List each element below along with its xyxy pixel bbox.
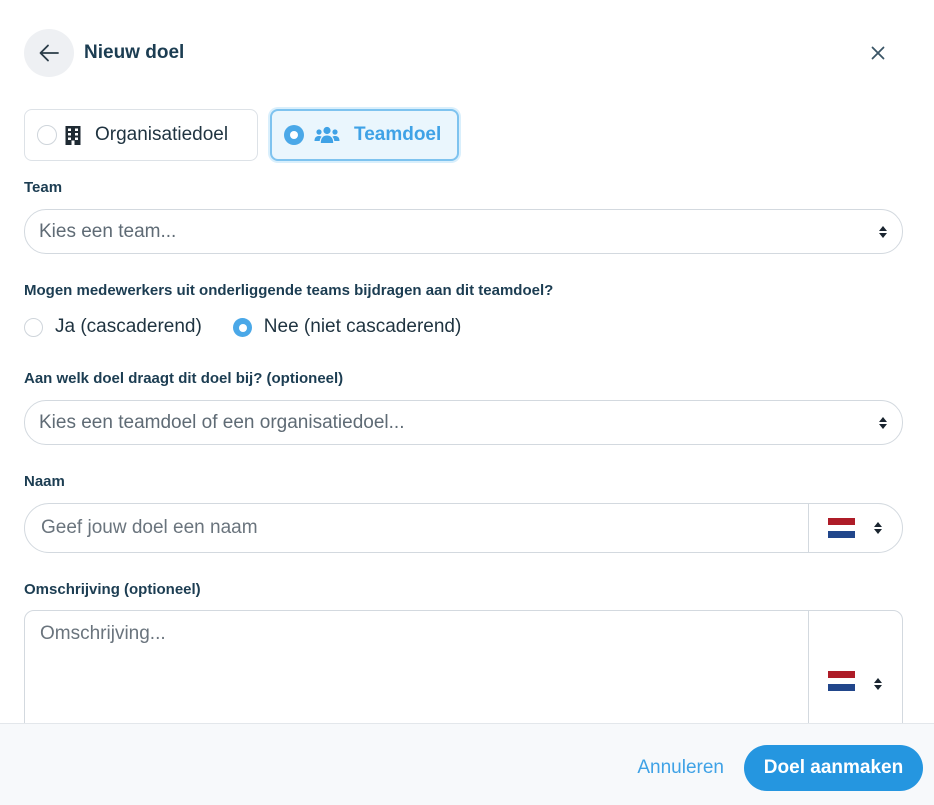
cascading-yes-option[interactable]: Ja (cascaderend)	[24, 316, 202, 338]
cascading-no-option[interactable]: Nee (niet cascaderend)	[232, 316, 462, 338]
users-icon	[314, 126, 340, 144]
cascading-yes-label: Ja (cascaderend)	[55, 316, 202, 337]
goal-type-organisation[interactable]: Organisatiedoel	[24, 109, 258, 161]
name-language-select[interactable]	[808, 504, 902, 552]
parent-goal-select[interactable]: Kies een teamdoel of een organisatiedoel…	[24, 400, 903, 445]
building-icon	[65, 125, 81, 145]
parent-goal-placeholder: Kies een teamdoel of een organisatiedoel…	[39, 411, 405, 433]
sort-icon	[878, 225, 888, 239]
sort-icon	[873, 521, 883, 535]
modal-header: Nieuw doel	[24, 29, 910, 77]
organisation-radio[interactable]	[37, 125, 57, 145]
back-button[interactable]	[24, 29, 74, 77]
cascading-no-label: Nee (niet cascaderend)	[263, 316, 462, 337]
description-label: Omschrijving (optioneel)	[24, 581, 201, 598]
cascading-no-radio[interactable]	[232, 317, 252, 337]
team-select[interactable]: Kies een team...	[24, 209, 903, 254]
cascading-options: Ja (cascaderend) Nee (niet cascaderend)	[24, 316, 461, 338]
name-label: Naam	[24, 473, 65, 490]
close-icon	[871, 46, 885, 60]
team-label-heading: Team	[24, 179, 63, 196]
team-label: Teamdoel	[354, 124, 442, 145]
arrow-left-icon	[39, 44, 59, 62]
page-title: Nieuw doel	[84, 42, 185, 63]
create-goal-button[interactable]: Doel aanmaken	[744, 745, 923, 791]
goal-type-team[interactable]: Teamdoel	[270, 109, 459, 161]
parent-goal-label: Aan welk doel draagt dit doel bij? (opti…	[24, 370, 344, 387]
sort-icon	[878, 416, 888, 430]
name-field-group	[24, 503, 903, 553]
cascading-question: Mogen medewerkers uit onderliggende team…	[24, 282, 554, 299]
team-radio[interactable]	[284, 125, 304, 145]
netherlands-flag-icon	[828, 671, 855, 692]
goal-type-selector: Organisatiedoel Teamdoel	[24, 109, 459, 161]
team-select-placeholder: Kies een team...	[39, 220, 177, 242]
netherlands-flag-icon	[828, 518, 855, 539]
cancel-button[interactable]: Annuleren	[637, 746, 724, 790]
name-input[interactable]	[25, 504, 808, 552]
cascading-yes-radio[interactable]	[24, 317, 43, 337]
close-button[interactable]	[866, 41, 890, 65]
modal-footer: Annuleren Doel aanmaken	[0, 723, 934, 805]
sort-icon	[873, 677, 883, 691]
organisation-label: Organisatiedoel	[95, 124, 229, 145]
